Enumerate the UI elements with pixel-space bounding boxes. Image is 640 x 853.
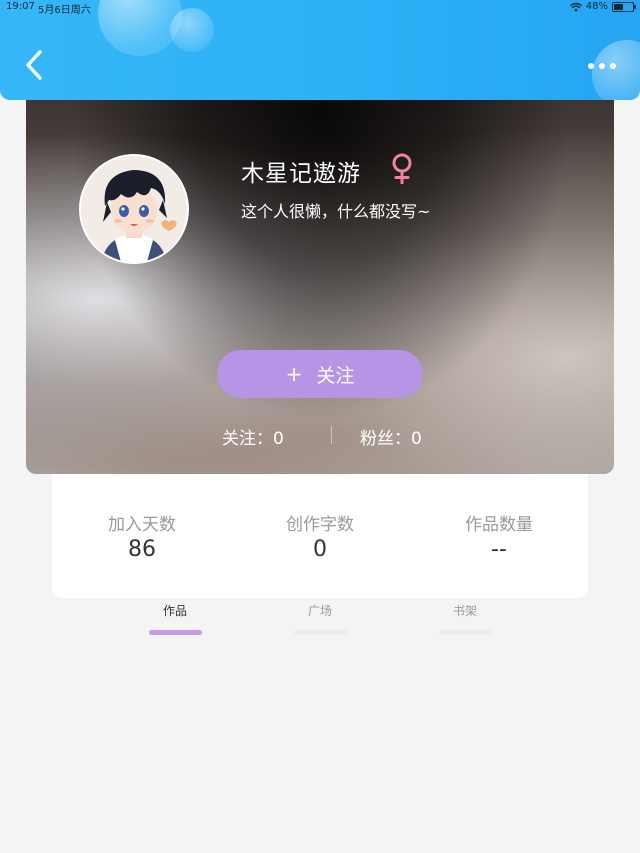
avatar[interactable] [79,154,189,264]
follow-button[interactable]: + 关注 [217,350,423,398]
stat-value: 86 [128,537,156,562]
top-header: 19:07 5月6日周六 48% [0,0,640,100]
stat-label: 作品数量 [465,515,533,535]
tab-label: 书架 [452,604,477,618]
female-symbol-icon [392,153,412,184]
tab-indicator [438,630,492,635]
status-time: 19:07 [6,1,35,12]
chevron-left-icon [26,50,42,80]
stat-value: 0 [313,537,327,562]
more-dot [610,63,616,69]
follow-button-label: 关注 [316,364,355,387]
tab-bookshelf[interactable]: 书架 [415,602,515,635]
following-count[interactable]: 关注：0 [222,424,284,449]
profile-card: 木星记遨游 这个人很懒，什么都没写~ + 关注 关注：0 粉丝：0 [26,86,614,474]
stats-card: 加入天数 86 创作字数 0 作品数量 -- [52,474,588,598]
stat-value: -- [491,537,507,562]
decor-bubble [170,8,214,52]
stat-label: 加入天数 [108,515,176,535]
tab-square[interactable]: 广场 [270,602,370,635]
back-button[interactable] [18,46,50,84]
follow-counts: 关注：0 粉丝：0 [26,424,614,449]
battery-percent: 48% [585,1,608,12]
stat-works-count: 作品数量 -- [409,510,589,562]
battery-fill [614,3,623,10]
followers-count[interactable]: 粉丝：0 [360,424,422,449]
stat-join-days: 加入天数 86 [52,510,232,562]
tab-indicator [293,630,347,635]
more-dot [588,63,594,69]
stat-word-count: 创作字数 0 [230,510,410,562]
more-button[interactable] [582,54,622,78]
more-dot [599,63,605,69]
battery-icon [612,1,636,12]
username: 木星记遨游 [241,161,361,187]
tab-bar: 作品 广场 书架 [0,602,640,642]
wifi-icon [570,2,582,11]
divider [331,426,332,444]
decor-bubble [98,0,182,56]
stat-label: 创作字数 [286,515,354,535]
tab-works[interactable]: 作品 [125,602,225,635]
avatar-image [81,156,187,262]
status-right: 48% [570,1,636,12]
status-date: 5月6日周六 [38,5,91,16]
profile-bio: 这个人很懒，什么都没写~ [241,202,431,221]
tab-label: 作品 [162,604,187,618]
tab-indicator [148,630,202,635]
plus-icon: + [285,362,303,386]
tab-label: 广场 [307,604,332,618]
